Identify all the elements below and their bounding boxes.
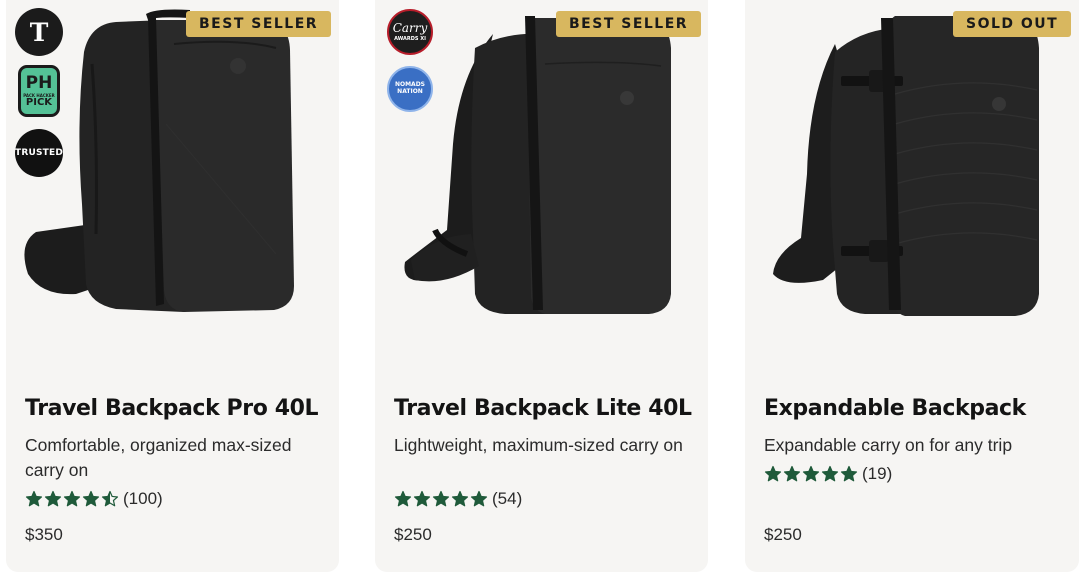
pack-hacker-logo: PH	[25, 72, 53, 93]
product-description: Lightweight, maximum-sized carry on	[394, 435, 683, 455]
star-icon	[470, 490, 488, 507]
wirecutter-logo: T	[29, 17, 49, 47]
pack-hacker-pick-label: PICK	[25, 96, 53, 108]
best-seller-badge: BEST SELLER	[186, 11, 332, 37]
product-card-expandable-backpack[interactable]: SOLD OUT Expandable Backpack Expandable …	[745, 0, 1079, 572]
product-rating[interactable]: (100)	[25, 489, 163, 509]
product-price: $250	[394, 525, 432, 544]
star-icon	[413, 490, 431, 507]
rating-count: (19)	[862, 464, 893, 483]
trusted-label: TRUSTED	[14, 148, 64, 158]
star-icon	[101, 490, 119, 507]
star-icon	[802, 465, 820, 482]
travel-leisure-trusted-badge: TRUSTED	[15, 129, 63, 177]
star-icon	[432, 490, 450, 507]
product-card-travel-backpack-lite[interactable]: Carry AWARDS XI NOMADS NATION BEST SELLE…	[375, 0, 708, 572]
rating-count: (100)	[123, 489, 163, 508]
product-title[interactable]: Expandable Backpack	[764, 396, 1026, 421]
nomads-nation-label: NOMADS NATION	[394, 81, 426, 95]
carry-awards-edition: AWARDS XI	[394, 36, 426, 42]
product-rating[interactable]: (19)	[764, 464, 892, 484]
carry-awards-badge: Carry AWARDS XI	[387, 9, 433, 55]
star-icon	[764, 465, 782, 482]
star-icon	[451, 490, 469, 507]
wirecutter-award-badge: T	[15, 8, 63, 56]
product-description: Expandable carry on for any trip	[764, 435, 1013, 455]
product-grid: T PH PACK HACKER PICK TRUSTED BEST SELLE…	[0, 0, 1080, 576]
best-seller-badge: BEST SELLER	[556, 11, 702, 37]
product-description: Comfortable, organized max-sized carry o…	[25, 435, 292, 480]
star-icon	[82, 490, 100, 507]
star-icon	[783, 465, 801, 482]
nomads-nation-badge: NOMADS NATION	[387, 66, 433, 112]
star-rating	[25, 490, 119, 508]
star-icon	[821, 465, 839, 482]
product-price: $250	[764, 525, 802, 544]
product-price: $350	[25, 525, 63, 544]
star-rating	[394, 490, 488, 508]
backpack-image[interactable]	[745, 4, 1079, 334]
pack-hacker-pick-badge: PH PACK HACKER PICK	[18, 65, 60, 117]
carry-awards-logo: Carry	[392, 21, 428, 35]
sold-out-badge: SOLD OUT	[953, 11, 1072, 37]
star-icon	[394, 490, 412, 507]
star-rating	[764, 465, 858, 483]
product-card-travel-backpack-pro[interactable]: T PH PACK HACKER PICK TRUSTED BEST SELLE…	[6, 0, 339, 572]
backpack-image[interactable]	[375, 4, 708, 334]
product-title[interactable]: Travel Backpack Pro 40L	[25, 396, 319, 421]
star-icon	[44, 490, 62, 507]
star-icon	[840, 465, 858, 482]
product-title[interactable]: Travel Backpack Lite 40L	[394, 396, 692, 421]
star-icon	[63, 490, 81, 507]
rating-count: (54)	[492, 489, 523, 508]
star-icon	[25, 490, 43, 507]
product-rating[interactable]: (54)	[394, 489, 522, 509]
